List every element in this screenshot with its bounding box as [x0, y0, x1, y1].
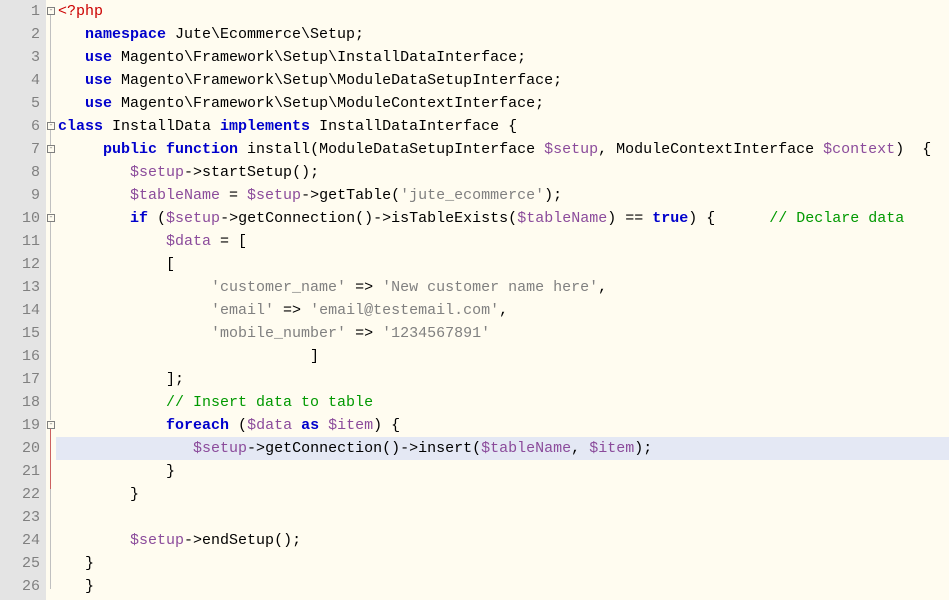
line-number: 6 [0, 115, 40, 138]
code-line: $tableName = $setup->getTable('jute_ecom… [56, 184, 949, 207]
line-number: 13 [0, 276, 40, 299]
line-number: 3 [0, 46, 40, 69]
line-number: 20 [0, 437, 40, 460]
line-number-gutter: 1 2 3 4 5 6 7 8 9 10 11 12 13 14 15 16 1… [0, 0, 46, 600]
code-line: foreach ($data as $item) { [56, 414, 949, 437]
code-line: $setup->startSetup(); [56, 161, 949, 184]
line-number: 7 [0, 138, 40, 161]
code-line: namespace Jute\Ecommerce\Setup; [56, 23, 949, 46]
line-number: 17 [0, 368, 40, 391]
code-line: // Insert data to table [56, 391, 949, 414]
code-line: [ [56, 253, 949, 276]
line-number: 24 [0, 529, 40, 552]
code-line: use Magento\Framework\Setup\InstallDataI… [56, 46, 949, 69]
line-number: 21 [0, 460, 40, 483]
fold-toggle-icon[interactable]: - [47, 145, 55, 153]
code-line: ]; [56, 368, 949, 391]
line-number: 18 [0, 391, 40, 414]
line-number: 26 [0, 575, 40, 598]
code-line: public function install(ModuleDataSetupI… [56, 138, 949, 161]
fold-toggle-icon[interactable]: - [47, 214, 55, 222]
line-number: 1 [0, 0, 40, 23]
code-line: 'mobile_number' => '1234567891' [56, 322, 949, 345]
fold-toggle-icon[interactable]: - [47, 421, 55, 429]
code-line: if ($setup->getConnection()->isTableExis… [56, 207, 949, 230]
code-line: } [56, 483, 949, 506]
fold-toggle-icon[interactable]: - [47, 122, 55, 130]
code-line: } [56, 460, 949, 483]
code-line: class InstallData implements InstallData… [56, 115, 949, 138]
line-number: 4 [0, 69, 40, 92]
code-line: 'customer_name' => 'New customer name he… [56, 276, 949, 299]
line-number: 19 [0, 414, 40, 437]
code-line: ] [56, 345, 949, 368]
line-number: 5 [0, 92, 40, 115]
code-line: } [56, 552, 949, 575]
fold-column: - - - - - [46, 0, 56, 600]
code-line: use Magento\Framework\Setup\ModuleContex… [56, 92, 949, 115]
code-line: } [56, 575, 949, 598]
code-line: $setup->endSetup(); [56, 529, 949, 552]
code-editor[interactable]: <?php namespace Jute\Ecommerce\Setup; us… [56, 0, 949, 600]
code-line: use Magento\Framework\Setup\ModuleDataSe… [56, 69, 949, 92]
line-number: 9 [0, 184, 40, 207]
code-line: <?php [56, 0, 949, 23]
code-line: $data = [ [56, 230, 949, 253]
line-number: 16 [0, 345, 40, 368]
fold-toggle-icon[interactable]: - [47, 7, 55, 15]
line-number: 11 [0, 230, 40, 253]
line-number: 25 [0, 552, 40, 575]
line-number: 12 [0, 253, 40, 276]
code-line-highlighted: $setup->getConnection()->insert($tableNa… [56, 437, 949, 460]
line-number: 22 [0, 483, 40, 506]
line-number: 8 [0, 161, 40, 184]
line-number: 10 [0, 207, 40, 230]
code-line: 'email' => 'email@testemail.com', [56, 299, 949, 322]
line-number: 23 [0, 506, 40, 529]
line-number: 2 [0, 23, 40, 46]
line-number: 14 [0, 299, 40, 322]
code-line [56, 506, 949, 529]
line-number: 15 [0, 322, 40, 345]
